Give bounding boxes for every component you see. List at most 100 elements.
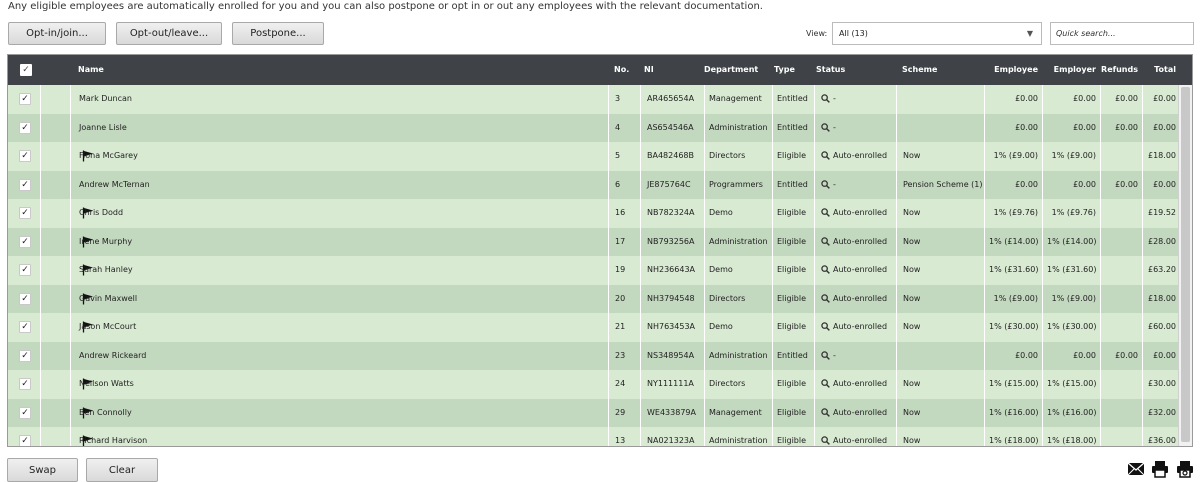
scrollbar-thumb[interactable]: [1181, 87, 1190, 442]
employee-type: Eligible: [772, 256, 814, 285]
row-checkbox[interactable]: ✓: [19, 93, 31, 105]
magnifier-icon[interactable]: [821, 94, 830, 103]
table-row[interactable]: ✓ Andrew Rickeard 23 NS348954A Administratio…: [8, 341, 1180, 370]
refunds-amount: [1100, 256, 1142, 285]
employer-contribution: 1% (£16.00): [1042, 398, 1100, 427]
status-text: Auto-enrolled: [833, 208, 888, 217]
col-name[interactable]: Name: [78, 55, 104, 85]
table-row[interactable]: ✓ Jason McCourt 21 NH763453A Demo Eligible Aut…: [8, 313, 1180, 342]
col-total[interactable]: Total: [1144, 55, 1176, 85]
magnifier-icon[interactable]: [821, 293, 830, 303]
postpone-button[interactable]: Postpone...: [232, 22, 324, 45]
swap-button[interactable]: Swap: [7, 458, 78, 482]
opt-out-button[interactable]: Opt-out/leave...: [116, 22, 222, 45]
employee-type: Eligible: [772, 398, 814, 427]
row-checkbox[interactable]: ✓: [19, 264, 31, 276]
employee-name[interactable]: Neilson Watts: [70, 370, 608, 399]
employee-name[interactable]: Andrew McTernan: [70, 170, 608, 199]
table-row[interactable]: ✓ Andrew McTernan 6 JE875764C Programmers Ent…: [8, 170, 1180, 199]
employee-name[interactable]: Richard Harvison: [70, 427, 608, 446]
row-checkbox[interactable]: ✓: [19, 150, 31, 162]
employee-name[interactable]: Chris Dodd: [70, 199, 608, 228]
row-checkbox[interactable]: ✓: [19, 406, 31, 419]
col-employee[interactable]: Employee: [984, 55, 1038, 85]
flag-cell: [40, 313, 93, 342]
magnifier-icon[interactable]: [821, 379, 830, 388]
magnifier-icon[interactable]: [821, 350, 830, 360]
printer-icon[interactable]: [1151, 460, 1169, 478]
employee-name[interactable]: Irene Murphy: [70, 227, 608, 256]
row-checkbox[interactable]: ✓: [19, 292, 31, 305]
employee-name[interactable]: Sarah Hanley: [70, 256, 608, 285]
row-checkbox[interactable]: ✓: [19, 378, 31, 390]
employee-status: Auto-enrolled: [814, 142, 896, 171]
vertical-scrollbar[interactable]: [1178, 85, 1192, 446]
employee-no: 23: [608, 341, 640, 370]
employer-contribution: £0.00: [1042, 113, 1100, 142]
magnifier-icon[interactable]: [821, 236, 830, 246]
table-row[interactable]: ✓ Joanne Lisle 4 AS654546A Administration Ent…: [8, 113, 1180, 142]
refunds-amount: [1100, 284, 1142, 313]
select-all-checkbox[interactable]: ✓: [20, 64, 32, 76]
row-checkbox[interactable]: ✓: [19, 207, 31, 219]
employee-name[interactable]: Jason McCourt: [70, 313, 608, 342]
row-checkbox[interactable]: ✓: [19, 178, 31, 191]
employee-name[interactable]: Andrew Rickeard: [70, 341, 608, 370]
table-row[interactable]: ✓ Sarah Hanley 19 NH236643A Demo Eligible Auto…: [8, 256, 1180, 285]
flag-cell: [40, 199, 93, 228]
status-text: -: [833, 350, 836, 360]
magnifier-icon[interactable]: [821, 151, 830, 160]
employer-contribution: £0.00: [1042, 85, 1100, 114]
employee-name[interactable]: Gavin Maxwell: [70, 284, 608, 313]
col-no[interactable]: No.: [614, 55, 629, 85]
refunds-amount: [1100, 142, 1142, 171]
col-scheme[interactable]: Scheme: [902, 55, 937, 85]
table-row[interactable]: ✓ Gavin Maxwell 20 NH3794548 Directors Eligib…: [8, 284, 1180, 313]
employee-status: Auto-enrolled: [814, 427, 896, 446]
employee-name[interactable]: Joanne Lisle: [70, 113, 608, 142]
row-checkbox[interactable]: ✓: [19, 121, 31, 134]
table-row[interactable]: ✓ Fiona McGarey 5 BA482468B Directors Eligibl…: [8, 142, 1180, 171]
magnifier-icon[interactable]: [821, 179, 830, 189]
col-type[interactable]: Type: [774, 55, 795, 85]
employee-ni: NB782324A: [640, 199, 704, 228]
employee-ni: JE875764C: [640, 170, 704, 199]
table-row[interactable]: ✓ Richard Harvison 13 NA021323A Administrati…: [8, 427, 1180, 446]
employee-scheme: Now: [896, 398, 984, 427]
print-preview-icon[interactable]: [1176, 460, 1194, 478]
col-status[interactable]: Status: [816, 55, 845, 85]
magnifier-icon[interactable]: [821, 208, 830, 217]
opt-in-button[interactable]: Opt-in/join...: [8, 22, 106, 45]
col-refunds[interactable]: Refunds: [1100, 55, 1138, 85]
table-row[interactable]: ✓ Neilson Watts 24 NY111111A Directors Eligib…: [8, 370, 1180, 399]
email-icon[interactable]: [1127, 462, 1145, 476]
clear-button[interactable]: Clear: [86, 458, 158, 482]
row-checkbox[interactable]: ✓: [19, 235, 31, 248]
col-employer[interactable]: Employer: [1042, 55, 1096, 85]
magnifier-icon[interactable]: [821, 265, 830, 274]
col-department[interactable]: Department: [704, 55, 758, 85]
row-checkbox[interactable]: ✓: [19, 321, 31, 333]
row-checkbox[interactable]: ✓: [19, 435, 31, 446]
table-header: ✓ Name No. NI Department Type Status Sch…: [8, 55, 1192, 85]
employee-name[interactable]: Fiona McGarey: [70, 142, 608, 171]
table-row[interactable]: ✓ Chris Dodd 16 NB782324A Demo Eligible Auto-e…: [8, 199, 1180, 228]
magnifier-icon[interactable]: [821, 322, 830, 331]
employee-name[interactable]: Mark Duncan: [70, 85, 608, 114]
view-select[interactable]: All (13) ▼: [832, 22, 1042, 45]
flag-cell: [40, 256, 93, 285]
quick-search-input[interactable]: Quick search...: [1050, 22, 1194, 45]
row-checkbox[interactable]: ✓: [19, 349, 31, 362]
table-row[interactable]: ✓ Mark Duncan 3 AR465654A Management Entitled…: [8, 85, 1180, 114]
total-amount: £28.00: [1142, 227, 1180, 256]
magnifier-icon[interactable]: [821, 122, 830, 132]
table-row[interactable]: ✓ Ben Connolly 29 WE433879A Management Eligib…: [8, 398, 1180, 427]
col-ni[interactable]: NI: [644, 55, 654, 85]
magnifier-icon[interactable]: [821, 436, 830, 445]
total-amount: £19.52: [1142, 199, 1180, 228]
total-amount: £32.00: [1142, 398, 1180, 427]
flag-cell: [40, 398, 93, 427]
table-row[interactable]: ✓ Irene Murphy 17 NB793256A Administration El…: [8, 227, 1180, 256]
employee-name[interactable]: Ben Connolly: [70, 398, 608, 427]
magnifier-icon[interactable]: [821, 407, 830, 417]
